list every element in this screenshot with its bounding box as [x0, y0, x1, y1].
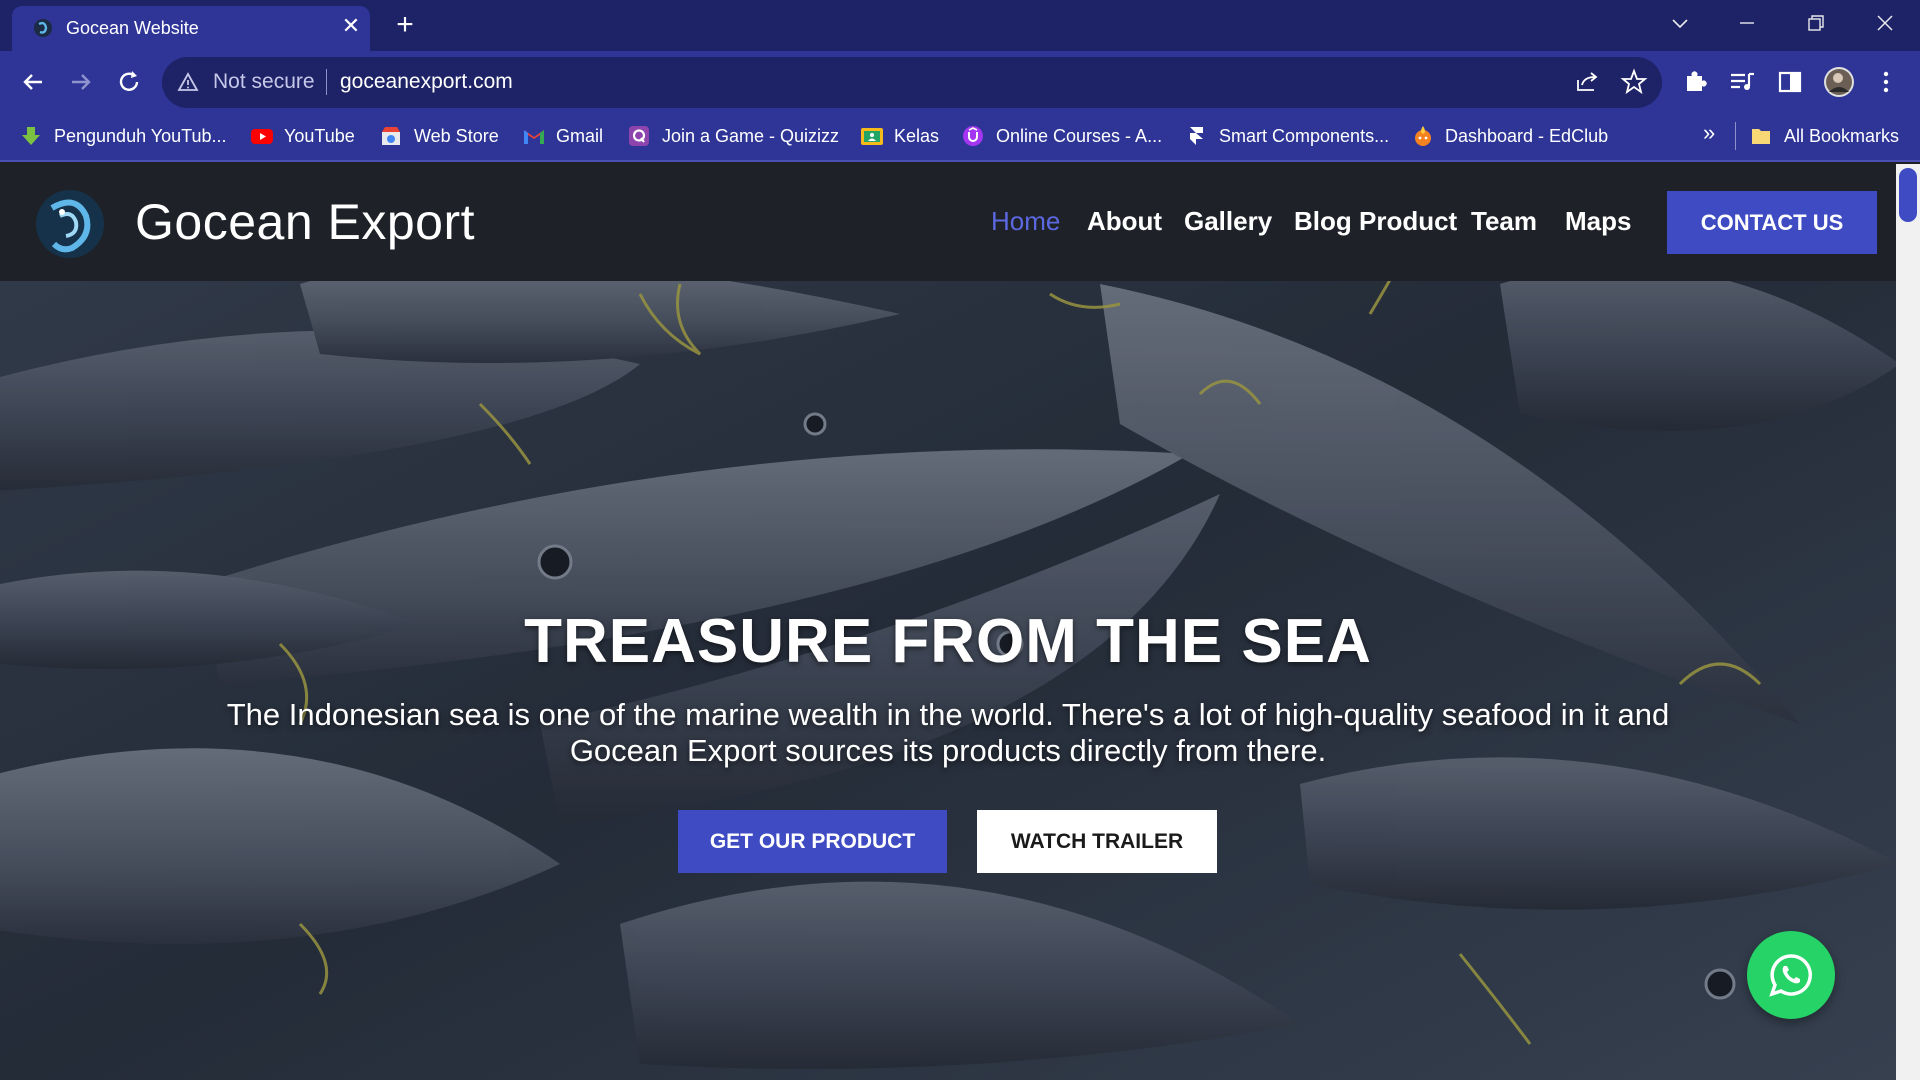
- bookmark-label: YouTube: [284, 125, 355, 146]
- share-icon[interactable]: [1573, 68, 1601, 96]
- security-status-label[interactable]: Not secure: [213, 70, 315, 94]
- online-courses-icon: [962, 125, 984, 147]
- contact-us-button[interactable]: CONTACT US: [1667, 191, 1877, 254]
- bookmark-label: Kelas: [894, 125, 940, 146]
- reload-icon[interactable]: [114, 67, 144, 97]
- extensions-puzzle-icon[interactable]: [1681, 68, 1709, 96]
- hero-subtitle-line-1: The Indonesian sea is one of the marine …: [226, 697, 1670, 732]
- nav-about[interactable]: About: [1087, 206, 1162, 237]
- bookmark-gmail[interactable]: Gmail: [522, 123, 603, 149]
- media-queue-icon[interactable]: [1728, 68, 1756, 96]
- bookmark-kelas[interactable]: Kelas: [860, 123, 939, 149]
- browser-menu-icon[interactable]: [1872, 68, 1900, 96]
- bookmark-label: Pengunduh YouTub...: [54, 125, 227, 146]
- bookmark-youtube[interactable]: YouTube: [250, 123, 355, 149]
- warning-triangle-icon[interactable]: [177, 71, 199, 93]
- scrollbar-thumb[interactable]: [1899, 168, 1917, 222]
- tab-title: Gocean Website: [66, 18, 199, 38]
- bookmark-label: Join a Game - Quizizz: [662, 125, 840, 146]
- bookmark-label: Gmail: [556, 125, 604, 146]
- nav-home[interactable]: Home: [991, 206, 1060, 237]
- nav-team[interactable]: Team: [1471, 206, 1537, 237]
- download-arrow-icon: [20, 125, 42, 147]
- side-panel-icon[interactable]: [1776, 68, 1804, 96]
- address-divider: [326, 69, 327, 95]
- profile-avatar[interactable]: [1823, 66, 1855, 98]
- web-store-icon: [380, 125, 402, 147]
- whatsapp-chat-button[interactable]: [1747, 931, 1835, 1019]
- bookmark-web-store[interactable]: Web Store: [380, 123, 499, 149]
- close-window-icon[interactable]: [1865, 8, 1905, 38]
- whatsapp-icon: [1769, 954, 1812, 997]
- nav-blog-product[interactable]: Blog Product: [1294, 206, 1457, 237]
- new-tab-button[interactable]: +: [388, 10, 422, 44]
- bookmark-pengunduh-youtube[interactable]: Pengunduh YouTub...: [20, 123, 227, 149]
- site-favicon-icon: [32, 17, 54, 39]
- web-page: Gocean Export Home About Gallery Blog Pr…: [0, 164, 1896, 1080]
- bookmark-online-courses[interactable]: Online Courses - A...: [962, 123, 1162, 149]
- url-text[interactable]: goceanexport.com: [340, 70, 513, 94]
- tab-close-icon[interactable]: ✕: [339, 14, 363, 38]
- nav-maps[interactable]: Maps: [1565, 206, 1631, 237]
- forward-arrow-icon[interactable]: [66, 67, 96, 97]
- page-scrollbar[interactable]: [1896, 164, 1920, 1080]
- bookmark-label: All Bookmarks: [1784, 125, 1900, 146]
- bookmark-label: Dashboard - EdClub: [1445, 125, 1609, 146]
- bookmark-smart-components[interactable]: Smart Components...: [1185, 123, 1389, 149]
- youtube-icon: [250, 125, 273, 147]
- bookmark-label: Smart Components...: [1219, 125, 1390, 146]
- edclub-icon: [1411, 125, 1433, 147]
- get-our-product-button[interactable]: GET OUR PRODUCT: [678, 810, 947, 873]
- bookmarks-divider: [1735, 122, 1736, 150]
- bookmark-quizizz[interactable]: Join a Game - Quizizz: [628, 123, 839, 149]
- watch-trailer-button[interactable]: WATCH TRAILER: [977, 810, 1217, 873]
- brand-name[interactable]: Gocean Export: [135, 193, 475, 251]
- classroom-icon: [860, 125, 883, 147]
- restore-icon[interactable]: [1796, 8, 1836, 38]
- tab-search-icon[interactable]: [1660, 8, 1700, 38]
- framer-icon: [1185, 125, 1207, 147]
- bookmarks-overflow-button[interactable]: »: [1703, 120, 1715, 146]
- minimize-icon[interactable]: [1727, 8, 1767, 38]
- gmail-icon: [522, 125, 544, 147]
- hero-subtitle: The Indonesian sea is one of the marine …: [120, 697, 1776, 769]
- all-bookmarks-folder[interactable]: All Bookmarks: [1750, 123, 1899, 149]
- nav-gallery[interactable]: Gallery: [1184, 206, 1272, 237]
- browser-tab-active[interactable]: Gocean Website ✕: [12, 6, 370, 51]
- hero-subtitle-line-2: Gocean Export sources its products direc…: [569, 733, 1327, 768]
- back-arrow-icon[interactable]: [18, 67, 48, 97]
- bookmark-label: Online Courses - A...: [996, 125, 1163, 146]
- bookmark-star-icon[interactable]: [1620, 68, 1648, 96]
- bookmark-label: Web Store: [414, 125, 499, 146]
- bookmark-dashboard-edclub[interactable]: Dashboard - EdClub: [1411, 123, 1608, 149]
- folder-icon: [1750, 125, 1772, 147]
- hero-title: TREASURE FROM THE SEA: [524, 607, 1372, 676]
- gocean-logo-icon[interactable]: [32, 186, 108, 262]
- site-header: Gocean Export Home About Gallery Blog Pr…: [0, 164, 1896, 281]
- quizizz-icon: [628, 125, 650, 147]
